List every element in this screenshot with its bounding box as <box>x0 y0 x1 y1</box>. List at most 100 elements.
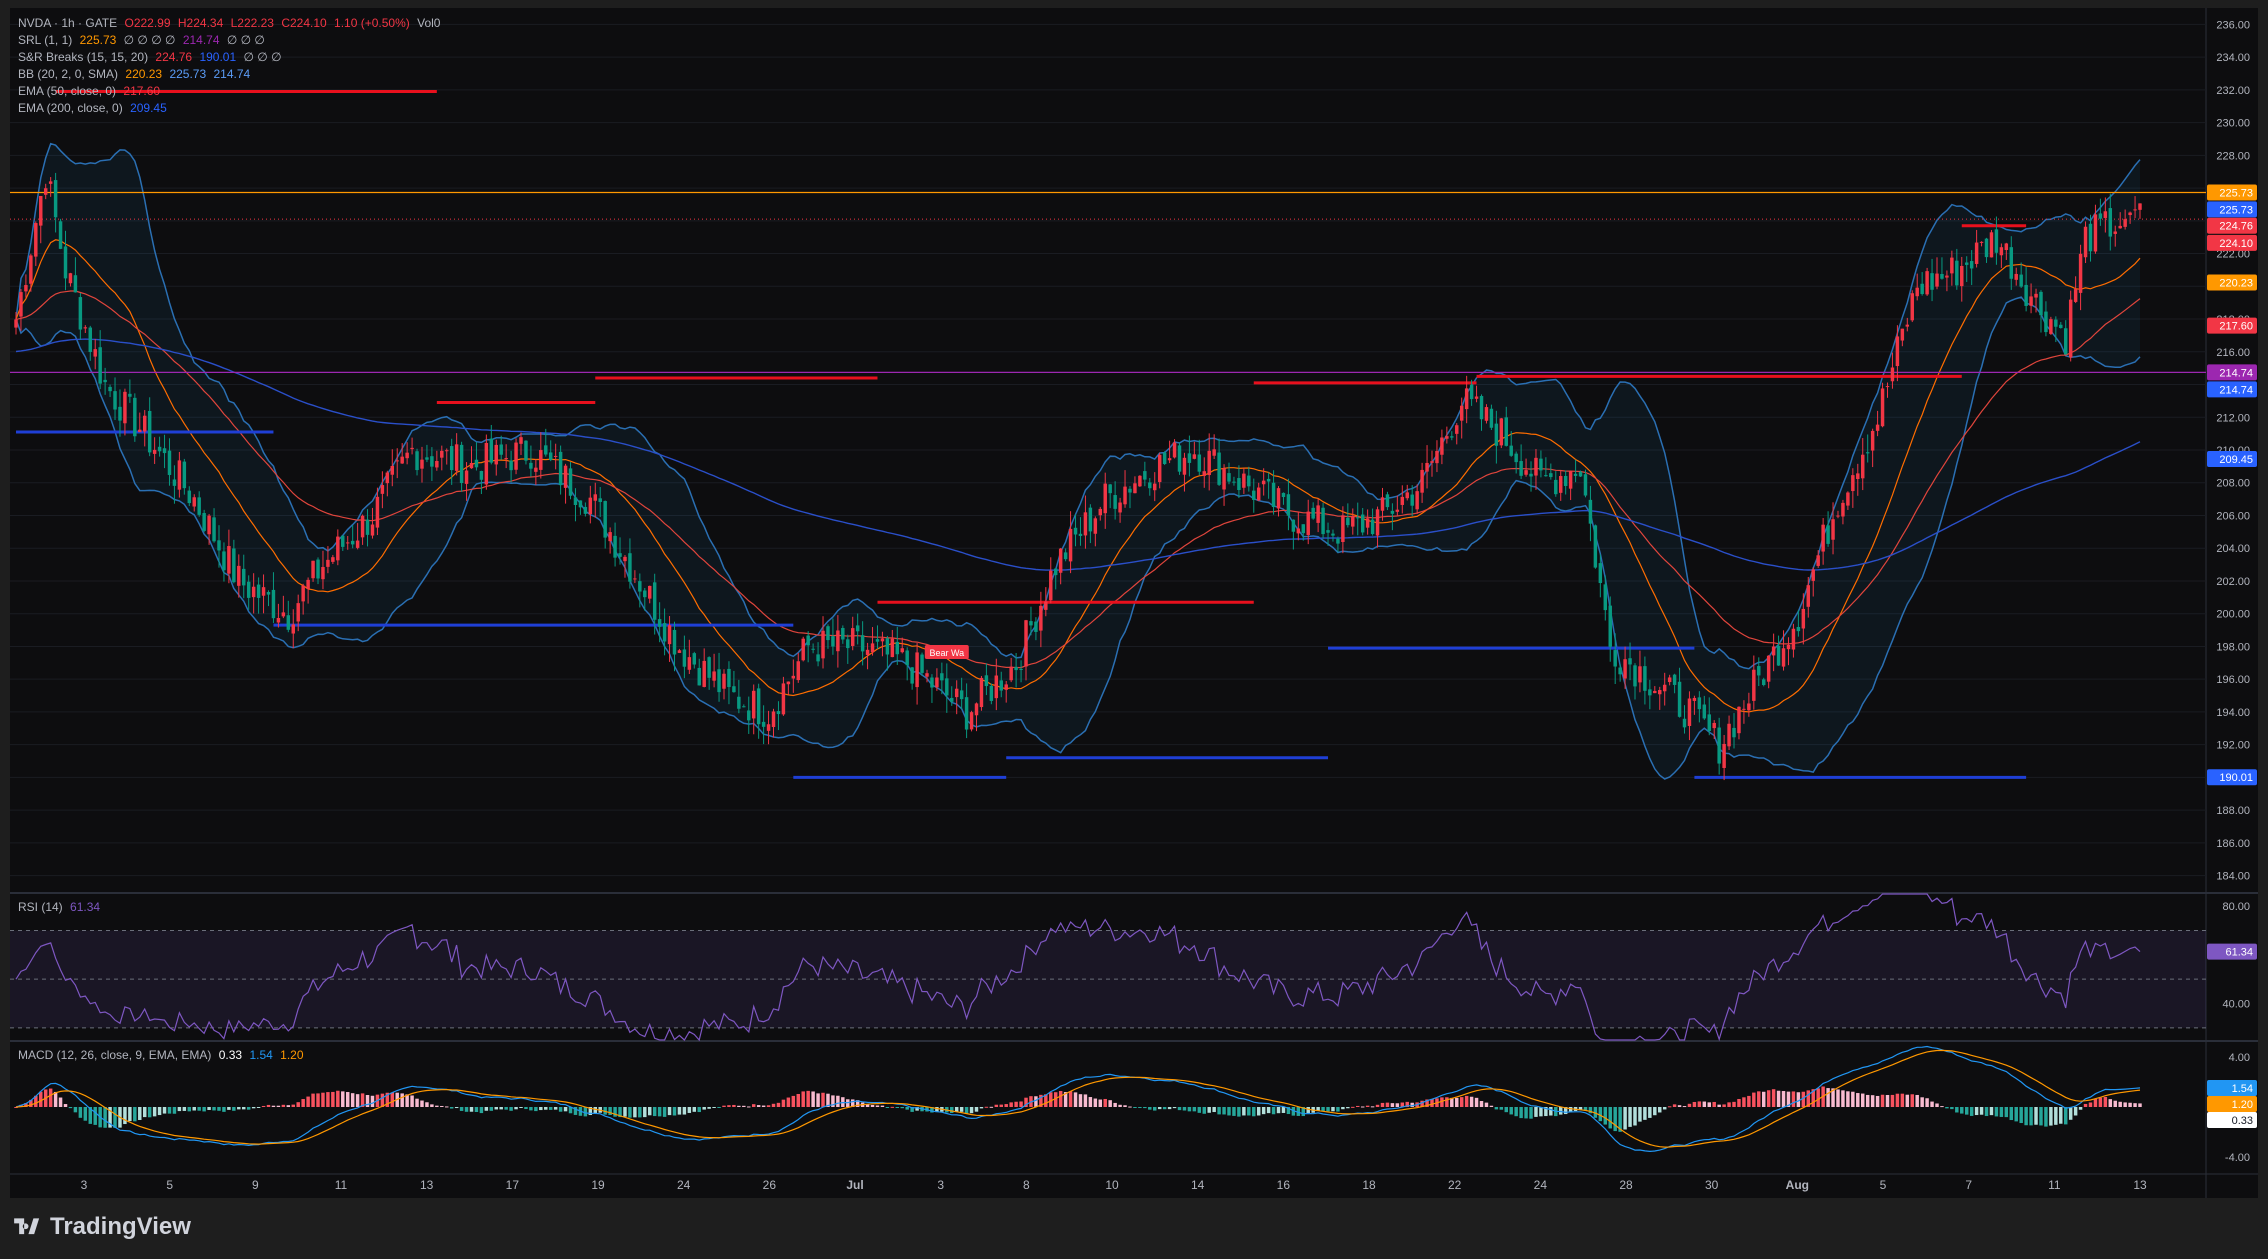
time-tick-label: 14 <box>1191 1178 1205 1192</box>
macd-histogram-bar <box>1851 1091 1855 1107</box>
macd-histogram-bar <box>539 1107 543 1111</box>
macd-histogram-bar <box>1167 1107 1172 1110</box>
candle-body <box>1662 684 1667 692</box>
candle-body <box>1138 475 1142 487</box>
macd-histogram-bar <box>445 1106 449 1108</box>
candle-body <box>494 444 498 465</box>
candle-body <box>959 690 964 700</box>
macd-histogram-bar <box>1157 1107 1162 1110</box>
candle-body <box>1732 727 1736 738</box>
tradingview-logo[interactable]: TradingView <box>12 1213 191 1241</box>
time-tick-label: 16 <box>1277 1178 1291 1192</box>
time-tick-label: 13 <box>2133 1178 2147 1192</box>
macd-histogram-bar <box>959 1107 964 1112</box>
macd-histogram-bar <box>440 1105 444 1107</box>
macd-histogram-bar <box>1826 1088 1830 1107</box>
macd-histogram-bar <box>2014 1107 2018 1122</box>
macd-value-3: 1.20 <box>280 1048 304 1062</box>
candle-body <box>2019 274 2023 287</box>
legend-macd[interactable]: MACD (12, 26, close, 9, EMA, EMA) 0.33 1… <box>18 1047 308 1064</box>
legend-ema200[interactable]: EMA (200, close, 0) 209.45 <box>18 100 171 117</box>
candle-body <box>1296 528 1301 534</box>
candle-body <box>1880 388 1885 427</box>
candle-body <box>1583 474 1588 496</box>
candle-body <box>73 275 78 293</box>
candle-body <box>1786 644 1791 650</box>
macd-histogram-bar <box>1261 1107 1266 1115</box>
candle-body <box>217 540 221 551</box>
macd-histogram-bar <box>1103 1098 1107 1107</box>
candle-body <box>187 490 192 504</box>
candle-body <box>2108 208 2113 237</box>
legend-srl[interactable]: SRL (1, 1) 225.73 ∅ ∅ ∅ ∅ 214.74 ∅ ∅ ∅ <box>18 32 269 49</box>
candle-body <box>742 706 746 708</box>
candle-body <box>306 579 310 589</box>
macd-histogram-bar <box>1638 1107 1642 1122</box>
candle-body <box>539 450 543 470</box>
macd-histogram-bar <box>1608 1107 1612 1129</box>
macd-histogram-bar <box>123 1107 127 1125</box>
candle-body <box>900 648 904 653</box>
srl-value-1: 225.73 <box>79 33 117 47</box>
legend-snr[interactable]: S&R Breaks (15, 15, 20) 224.76 190.01 ∅ … <box>18 49 286 66</box>
candle-body <box>1395 509 1400 512</box>
candle-body <box>1900 328 1905 341</box>
macd-histogram-bar <box>350 1093 355 1107</box>
symbol-text[interactable]: NVDA · 1h · GATE <box>18 16 117 30</box>
legend-rsi[interactable]: RSI (14) 61.34 <box>18 899 104 916</box>
time-tick-label: 22 <box>1448 1178 1462 1192</box>
candle-body <box>677 650 682 653</box>
macd-name: MACD (12, 26, close, 9, EMA, EMA) <box>18 1048 212 1062</box>
candle-body <box>855 625 860 632</box>
candle-body <box>1157 454 1162 483</box>
candle-body <box>519 437 523 444</box>
candle-body <box>1133 483 1137 494</box>
macd-histogram-bar <box>1341 1107 1345 1110</box>
price-label-text: 209.45 <box>2219 454 2253 466</box>
candle-body <box>1192 454 1197 459</box>
candle-body <box>826 626 830 641</box>
macd-histogram-bar <box>296 1102 300 1107</box>
time-tick-label: 3 <box>81 1178 88 1192</box>
macd-histogram-bar <box>489 1107 494 1111</box>
candle-body <box>771 711 776 728</box>
candle-body <box>920 654 924 673</box>
candle-body <box>1648 689 1652 696</box>
macd-histogram-bar <box>459 1107 464 1111</box>
macd-histogram-bar <box>1682 1106 1687 1108</box>
candle-body <box>1256 487 1261 501</box>
candle-body <box>113 391 117 410</box>
legend-bb[interactable]: BB (20, 2, 0, SMA) 220.23 225.73 214.74 <box>18 66 254 83</box>
candle-body <box>1430 461 1434 463</box>
macd-histogram-bar <box>113 1107 117 1128</box>
candle-body <box>291 624 295 634</box>
macd-histogram-bar <box>326 1092 330 1107</box>
macd-histogram-bar <box>1098 1099 1103 1107</box>
chart-canvas[interactable]: Bear Wa 236.00 234.00 232.00 230.00 228.00 22 2… <box>0 0 2268 1259</box>
macd-histogram-bar <box>1227 1107 1231 1116</box>
candle-body <box>1068 528 1073 562</box>
macd-histogram-bar <box>177 1107 182 1112</box>
macd-histogram-bar <box>1994 1107 1999 1117</box>
candle-body <box>1464 388 1469 410</box>
candle-body <box>1568 471 1573 489</box>
candle-body <box>157 446 162 452</box>
candle-body <box>68 273 73 284</box>
candle-body <box>1757 666 1761 676</box>
candle-body <box>598 498 602 502</box>
candle-body <box>103 379 107 383</box>
candle-body <box>747 710 751 721</box>
candle-body <box>489 438 494 463</box>
macd-histogram-bar <box>890 1106 895 1108</box>
candle-body <box>2093 214 2098 252</box>
candle-body <box>801 638 805 661</box>
macd-histogram-bar <box>652 1107 657 1117</box>
legend-ema50[interactable]: EMA (50, close, 0) 217.60 <box>18 83 164 100</box>
candle-body <box>692 653 697 665</box>
candle-body <box>1672 674 1677 685</box>
candle-body <box>2133 209 2137 211</box>
candle-body <box>2113 231 2117 234</box>
macd-histogram-bar <box>608 1107 612 1115</box>
bb-value-2: 225.73 <box>169 67 207 81</box>
candle-body <box>311 560 315 579</box>
